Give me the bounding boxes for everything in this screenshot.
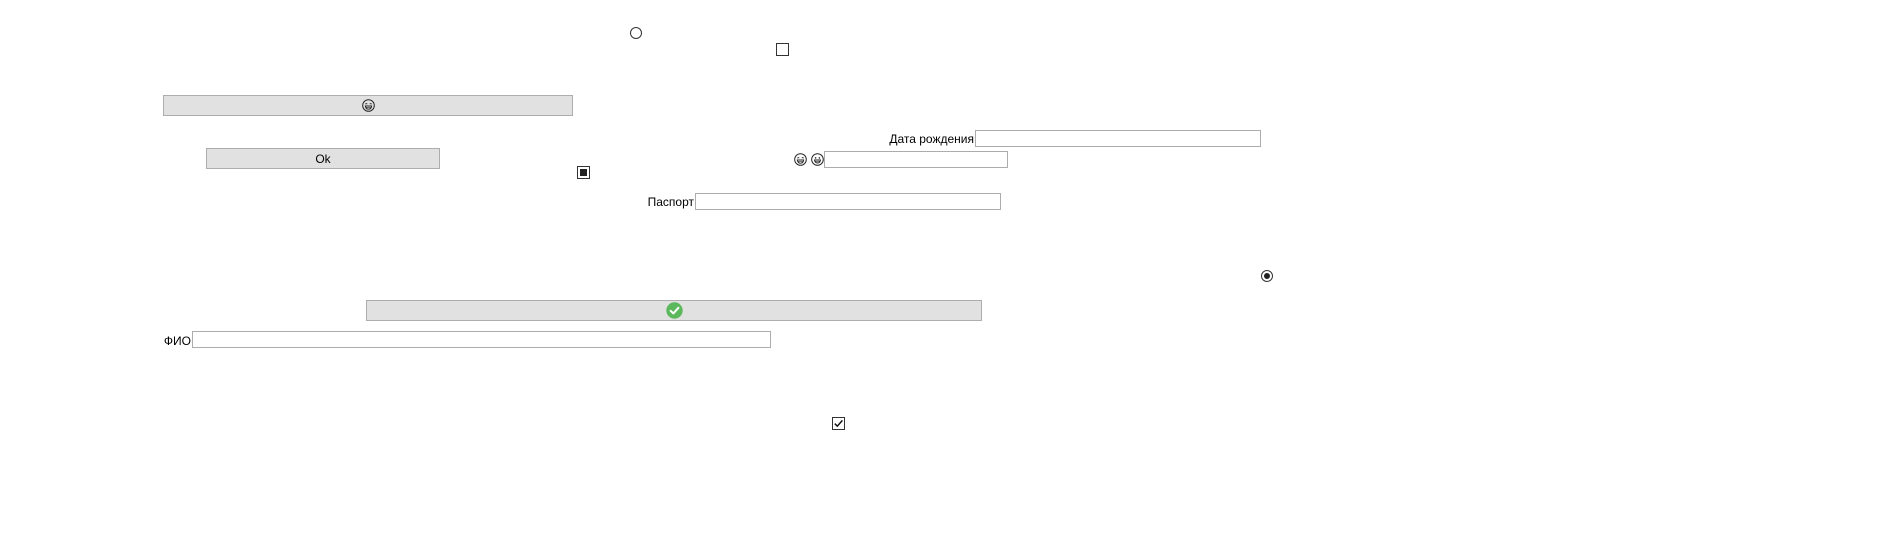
passport-field[interactable]	[695, 193, 1001, 210]
birth-date-field[interactable]	[975, 130, 1261, 147]
fio-field[interactable]	[192, 331, 771, 348]
laughing-face-icon	[361, 99, 375, 112]
birth-date-label: Дата рождения	[889, 132, 974, 146]
emoji-field[interactable]	[824, 151, 1008, 168]
radio-button-right[interactable]	[1261, 270, 1273, 282]
radio-button-top[interactable]	[630, 27, 642, 39]
grinning-face-icon	[811, 153, 824, 166]
emoji-button[interactable]	[163, 95, 573, 116]
confirm-button[interactable]	[366, 300, 982, 321]
checkbox-indeterminate-mark	[580, 169, 587, 176]
checkbox-bottom[interactable]	[832, 417, 845, 430]
green-checkmark-icon	[665, 302, 683, 319]
checkmark-icon	[834, 419, 843, 428]
ok-button[interactable]: Ok	[206, 148, 440, 169]
checkbox-middle[interactable]	[577, 166, 590, 179]
checkbox-top[interactable]	[776, 43, 789, 56]
passport-label: Паспорт	[647, 195, 694, 209]
fio-label: ФИО	[163, 334, 191, 348]
laughing-face-icon	[794, 153, 807, 166]
radio-selected-dot	[1264, 273, 1270, 279]
